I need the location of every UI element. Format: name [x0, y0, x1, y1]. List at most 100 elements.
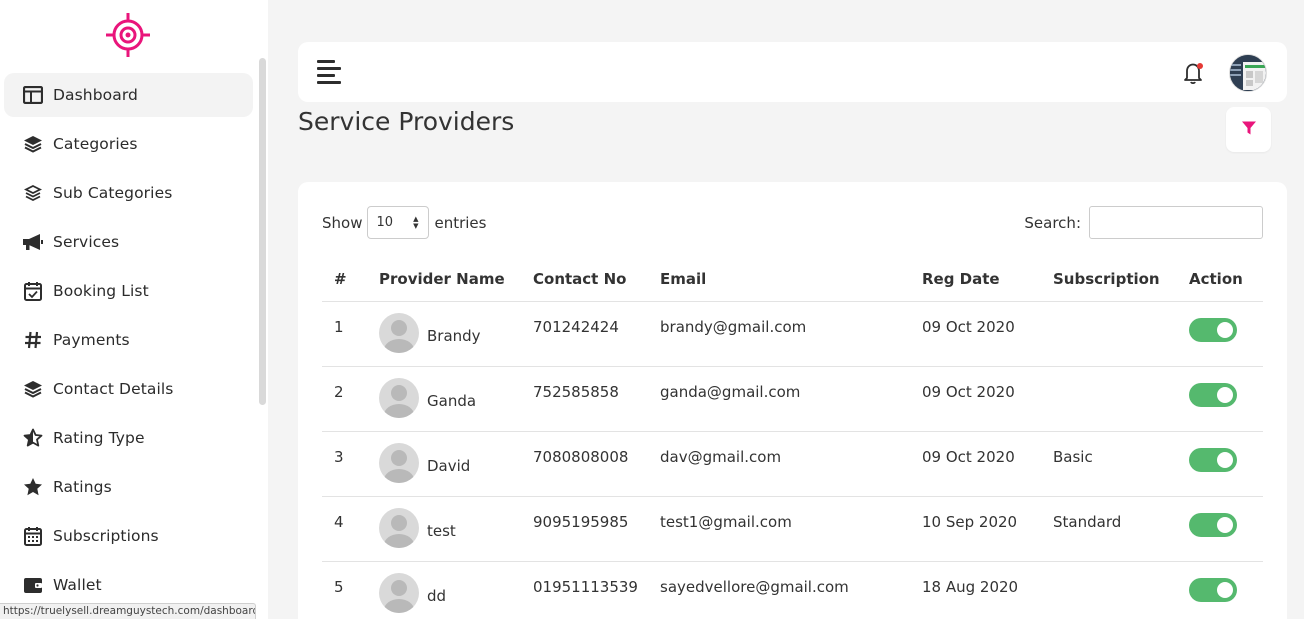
entries-label: entries	[434, 213, 487, 232]
layers-icon	[22, 378, 44, 400]
provider-cell: Brandy	[379, 301, 533, 367]
status-bar-url: https://truelysell.dreamguystech.com/das…	[0, 603, 256, 619]
sidebar-item-label: Services	[53, 233, 120, 251]
table-search: Search:	[1024, 206, 1263, 239]
column-header[interactable]: Reg Date	[922, 257, 1053, 302]
provider-avatar[interactable]	[379, 312, 419, 353]
table-row: 5 dd 01951113539 sayedvellore@gmail.com …	[322, 561, 1263, 619]
email: dav@gmail.com	[660, 431, 922, 497]
contact-number: 01951113539	[533, 561, 660, 619]
row-number: 1	[322, 301, 379, 367]
sidebar-item-contact-details[interactable]: Contact Details	[4, 367, 253, 411]
sidebar-scrollbar[interactable]	[259, 58, 266, 405]
table-row: 2 Ganda 752585858 ganda@gmail.com 09 Oct…	[322, 366, 1263, 432]
subscription	[1053, 561, 1189, 619]
provider-name[interactable]: Ganda	[427, 392, 476, 410]
star-icon	[22, 476, 44, 498]
star-half-icon	[22, 427, 44, 449]
filter-button[interactable]	[1226, 107, 1271, 152]
layout-columns-icon	[22, 84, 44, 106]
providers-table: # Provider Name Contact No Email Reg Dat…	[322, 257, 1263, 619]
select-arrows-icon: ▲ ▼	[413, 215, 419, 230]
provider-avatar[interactable]	[379, 572, 419, 613]
sidebar-item-ratings[interactable]: Ratings	[4, 465, 253, 509]
providers-card: Show 10 ▲ ▼ entries Search: # Provider Na…	[298, 182, 1287, 619]
subscription: Standard	[1053, 496, 1189, 562]
sidebar-item-label: Rating Type	[53, 429, 145, 447]
contact-number: 9095195985	[533, 496, 660, 562]
search-label: Search:	[1024, 213, 1081, 232]
action-cell	[1189, 301, 1263, 367]
contact-number: 752585858	[533, 366, 660, 432]
subscription: Basic	[1053, 431, 1189, 497]
action-cell	[1189, 431, 1263, 497]
sidebar-item-label: Payments	[53, 331, 130, 349]
layers-outline-icon	[22, 182, 44, 204]
calendar-check-icon	[22, 280, 44, 302]
status-toggle[interactable]	[1189, 317, 1237, 342]
sidebar-item-rating-type[interactable]: Rating Type	[4, 416, 253, 460]
row-number: 4	[322, 496, 379, 562]
status-toggle[interactable]	[1189, 382, 1237, 407]
reg-date: 18 Aug 2020	[922, 561, 1053, 619]
column-header[interactable]: Subscription	[1053, 257, 1189, 302]
sidebar-item-label: Ratings	[53, 478, 112, 496]
search-input[interactable]	[1089, 206, 1263, 239]
page-title: Service Providers	[298, 107, 515, 136]
sidebar-nav: Dashboard Categories Sub Categories Serv…	[4, 73, 253, 612]
status-toggle[interactable]	[1189, 577, 1237, 602]
email: test1@gmail.com	[660, 496, 922, 562]
column-header[interactable]: Contact No	[533, 257, 660, 302]
provider-name[interactable]: test	[427, 522, 456, 540]
column-header[interactable]: Provider Name	[379, 257, 533, 302]
hash-icon	[22, 329, 44, 351]
row-number: 2	[322, 366, 379, 432]
sidebar-item-subscriptions[interactable]: Subscriptions	[4, 514, 253, 558]
action-cell	[1189, 366, 1263, 432]
menu-toggle-icon[interactable]	[317, 60, 343, 84]
sidebar-item-services[interactable]: Services	[4, 220, 253, 264]
provider-avatar[interactable]	[379, 507, 419, 548]
notification-bell-icon[interactable]	[1181, 60, 1207, 86]
sidebar-item-categories[interactable]: Categories	[4, 122, 253, 166]
user-avatar[interactable]	[1229, 54, 1267, 92]
top-header	[298, 42, 1287, 102]
contact-number: 701242424	[533, 301, 660, 367]
provider-cell: David	[379, 431, 533, 497]
subscription	[1053, 366, 1189, 432]
provider-avatar[interactable]	[379, 377, 419, 418]
reg-date: 10 Sep 2020	[922, 496, 1053, 562]
sidebar: Dashboard Categories Sub Categories Serv…	[0, 0, 268, 619]
reg-date: 09 Oct 2020	[922, 301, 1053, 367]
email: ganda@gmail.com	[660, 366, 922, 432]
sidebar-item-dashboard[interactable]: Dashboard	[4, 73, 253, 117]
provider-avatar[interactable]	[379, 442, 419, 483]
column-header[interactable]: #	[322, 257, 379, 302]
entries-length-control: Show 10 ▲ ▼ entries	[322, 206, 486, 239]
action-cell	[1189, 496, 1263, 562]
reg-date: 09 Oct 2020	[922, 366, 1053, 432]
sidebar-item-label: Wallet	[53, 576, 102, 594]
sidebar-item-wallet[interactable]: Wallet	[4, 563, 253, 607]
status-toggle[interactable]	[1189, 447, 1237, 472]
column-header[interactable]: Action	[1189, 257, 1263, 302]
provider-cell: dd	[379, 561, 533, 619]
provider-name[interactable]: dd	[427, 587, 446, 605]
sidebar-item-label: Booking List	[53, 282, 149, 300]
column-header[interactable]: Email	[660, 257, 922, 302]
sidebar-item-label: Categories	[53, 135, 138, 153]
provider-cell: Ganda	[379, 366, 533, 432]
provider-name[interactable]: Brandy	[427, 327, 481, 345]
email: sayedvellore@gmail.com	[660, 561, 922, 619]
status-toggle[interactable]	[1189, 512, 1237, 537]
provider-name[interactable]: David	[427, 457, 470, 475]
sidebar-item-booking-list[interactable]: Booking List	[4, 269, 253, 313]
sidebar-item-label: Sub Categories	[53, 184, 173, 202]
sidebar-item-sub-categories[interactable]: Sub Categories	[4, 171, 253, 215]
provider-cell: test	[379, 496, 533, 562]
sidebar-item-payments[interactable]: Payments	[4, 318, 253, 362]
crosshair-logo-icon[interactable]	[105, 12, 151, 58]
table-row: 3 David 7080808008 dav@gmail.com 09 Oct …	[322, 431, 1263, 497]
entries-select-value: 10	[376, 215, 394, 230]
entries-select[interactable]: 10 ▲ ▼	[367, 206, 430, 239]
